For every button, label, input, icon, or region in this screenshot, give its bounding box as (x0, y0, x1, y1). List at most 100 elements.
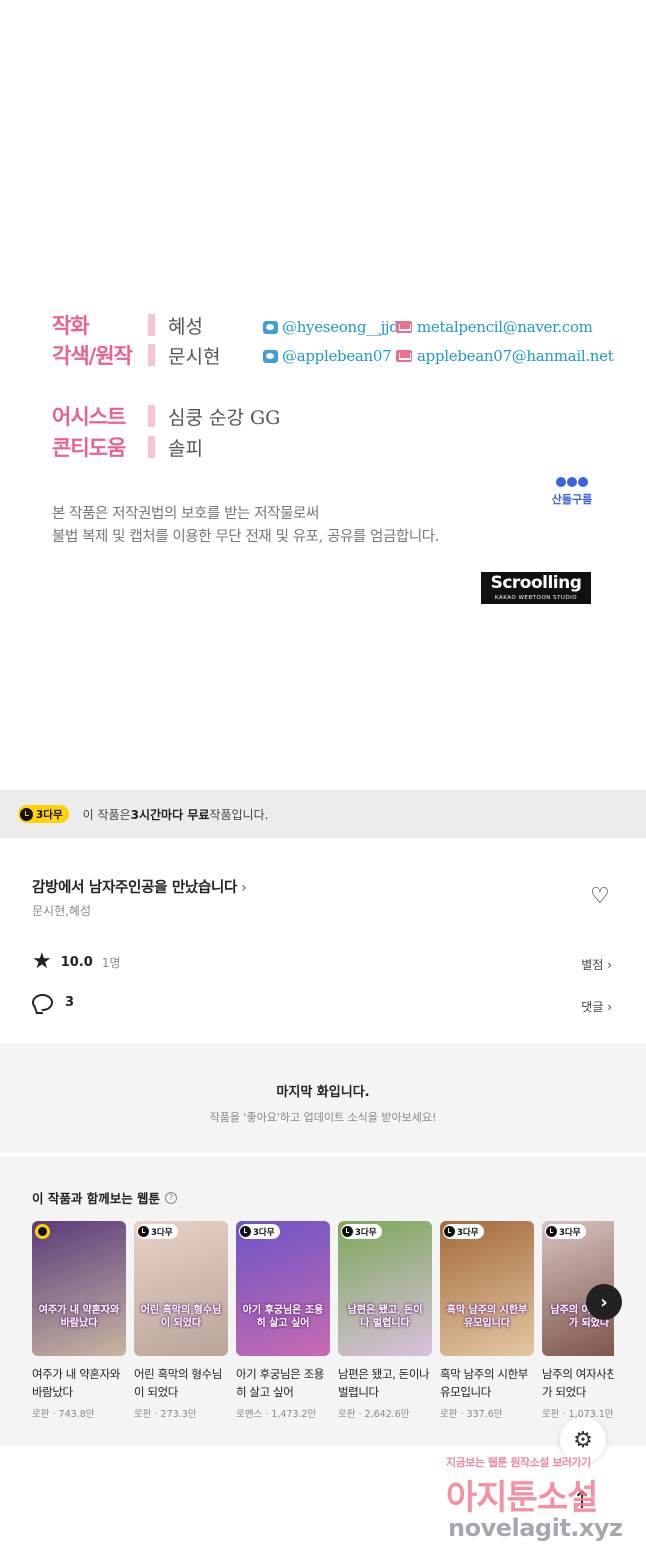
chevron-right-icon: › (241, 880, 247, 896)
credit-divider (148, 436, 155, 458)
credit-role: 작화 (52, 314, 90, 338)
banner-text-bold: 3시간마다 무료 (130, 807, 210, 822)
card-title: 흑막 남주의 시한부 유모입니다 (440, 1367, 528, 1399)
copyright-notice: 본 작품은 저작권법의 보호를 받는 저작물로써 불법 복제 및 캡처를 이용한… (52, 503, 439, 549)
settings-gear-button[interactable]: ⚙ (560, 1417, 606, 1463)
card-meta: 로판 · 273.3만 (134, 1409, 197, 1420)
help-icon[interactable]: ? (165, 1191, 178, 1204)
clock-icon (444, 1226, 455, 1237)
card-meta: 로판 · 2,642.6만 (338, 1409, 410, 1420)
series-title: 감방에서 남자주인공을 만났습니다 (32, 880, 238, 896)
comment-bubble-icon (32, 994, 53, 1011)
banner-text: 작품입니다. (209, 807, 269, 822)
cover-thumbnail: 여주가 내 약혼자와 바람났다 (32, 1221, 126, 1356)
card-title: 어린 흑막의 형수님이 되었다 (134, 1367, 222, 1399)
recommendation-card[interactable]: 3다무 아기 후궁님은 조용히 살고 싶어 아기 후궁님은 조용히 살고 싶어 로맨스… (236, 1221, 330, 1420)
mail-icon (396, 321, 412, 333)
credit-row-assist: 어시스트 심쿵 순강 GG (52, 401, 280, 431)
comment-link[interactable]: 댓글 › (581, 998, 612, 1015)
notice-line: 본 작품은 저작권법의 보호를 받는 저작물로써 (52, 506, 319, 522)
cover-thumbnail: 3다무어린 흑막의 형수님이 되었다 (134, 1221, 228, 1356)
scrolling-studio-logo: Scroolling KAKAO WEBTOON STUDIO (481, 572, 591, 604)
sandoll-cloud-logo: 산돌구름 (547, 477, 597, 507)
mail-address: metalpencil@naver.com (417, 318, 593, 336)
badge-label: 3다무 (457, 1227, 479, 1238)
3damu-badge: 3다무 (137, 1224, 178, 1239)
scroll-to-top-button[interactable]: ↑ (562, 1480, 602, 1520)
last-episode-notice: 마지막 화입니다. 작품을 '좋아요'하고 업데이트 소식을 받아보세요! (0, 1043, 646, 1153)
mail-address: applebean07@hanmail.net (417, 347, 614, 365)
card-meta: 로판 · 337.6만 (440, 1409, 503, 1420)
cover-title-art: 여주가 내 약혼자와 바람났다 (38, 1305, 120, 1329)
notice-line: 불법 복제 및 캡처를 이용한 무단 전재 및 유포, 공유를 엄금합니다. (52, 529, 439, 545)
logo-subtitle: KAKAO WEBTOON STUDIO (494, 595, 578, 601)
recommendation-card[interactable]: 3다무남주의 여자사친구가 되었다남주의 여자사친구가 되었다로판 · 1,07… (542, 1221, 614, 1420)
credit-row-story: 각색/원작 문시현 (52, 340, 220, 370)
3damu-badge: 3다무 (443, 1224, 484, 1239)
credit-divider (148, 344, 155, 366)
social-twitter-2: @applebean07 (263, 347, 392, 365)
last-episode-title: 마지막 화입니다. (276, 1085, 370, 1100)
credit-divider (148, 314, 155, 336)
series-title-link[interactable]: 감방에서 남자주인공을 만났습니다 › (32, 876, 247, 897)
badge-label: 3다무 (355, 1227, 377, 1238)
3damu-badge: 3다무 (341, 1224, 382, 1239)
star-icon: ★ (32, 949, 52, 974)
card-meta: 로맨스 · 1,473.2만 (236, 1409, 317, 1420)
clock-icon (138, 1226, 149, 1237)
free-every-3-hours-banner: 3다무 이 작품은 3시간마다 무료 작품입니다. (0, 790, 646, 838)
like-heart-icon[interactable]: ♡ (590, 886, 610, 908)
clock-icon (20, 807, 33, 821)
card-title: 남편은 됐고, 돈이나 벌렵니다 (338, 1367, 430, 1399)
badge-label: 3다무 (253, 1227, 275, 1238)
recommended-webtoons: 이 작품과 함께보는 웹툰 ? 여주가 내 약혼자와 바람났다여주가 내 약혼자… (0, 1156, 646, 1446)
comment-row: 3 (32, 994, 74, 1011)
social-mail-2: applebean07@hanmail.net (396, 347, 614, 365)
badge-label: 3다무 (151, 1227, 173, 1238)
rating-value: 10.0 (60, 954, 93, 970)
series-info: 감방에서 남자주인공을 만났습니다 › 문시현,혜성 ♡ ★ 10.0 1명 별점… (0, 838, 646, 1041)
cover-title-art: 흑막 남주의 시한부 유모입니다 (446, 1305, 528, 1329)
cover-title-art: 남편은 됐고, 돈이나 벌렵니다 (347, 1305, 423, 1329)
card-title: 여주가 내 약혼자와 바람났다 (32, 1367, 120, 1399)
studio-label: 산돌구름 (551, 493, 593, 506)
recommendations-title: 이 작품과 함께보는 웹툰 ? (32, 1188, 178, 1207)
credit-row-conti: 콘티도움 솔피 (52, 432, 203, 462)
social-twitter-1: @hyeseong__jjd (263, 318, 399, 336)
badge-label: 3다무 (36, 808, 63, 821)
credit-row-art: 작화 혜성 (52, 310, 203, 340)
credit-name: 혜성 (168, 315, 203, 338)
recommendation-card[interactable]: 3다무 흑막 남주의 시한부 유모입니다 흑막 남주의 시한부 유모입니다 로판 · … (440, 1221, 534, 1420)
rating-link[interactable]: 별점 › (581, 956, 612, 973)
cover-title-art: 아기 후궁님은 조용히 살고 싶어 (242, 1305, 324, 1329)
clock-icon (35, 1224, 50, 1239)
recommendation-card[interactable]: 3다무 어린 흑막의 형수님이 되었다 어린 흑막의 형수님이 되었다 로판 · 27… (134, 1221, 228, 1420)
recommendations-heading: 이 작품과 함께보는 웹툰 (32, 1191, 161, 1206)
cover-title-art: 어린 흑막의 형수님이 되었다 (140, 1305, 222, 1329)
clock-icon (240, 1226, 251, 1237)
badge-label: 3다무 (559, 1227, 581, 1238)
social-mail-1: metalpencil@naver.com (396, 318, 593, 336)
rating-count: 1명 (101, 955, 121, 970)
recommendation-card[interactable]: 3다무 남편은 됐고, 돈이나 벌렵니다 남편은 됐고, 돈이나 벌렵니다 로판 · … (338, 1221, 432, 1420)
site-watermark: 지금보는 웹툰 원작소설 보러가기 아지툰소설 novelagit.xyz (440, 1452, 640, 1562)
recommendation-card[interactable]: 여주가 내 약혼자와 바람났다 여주가 내 약혼자와 바람났다 로판 · 743.8… (32, 1221, 126, 1420)
3damu-badge: 3다무 (18, 805, 69, 823)
3damu-badge: 3다무 (239, 1224, 280, 1239)
twitter-handle: @applebean07 (282, 347, 392, 365)
twitter-handle: @hyeseong__jjd (282, 318, 399, 336)
cover-thumbnail: 3다무남편은 됐고, 돈이나 벌렵니다 (338, 1221, 432, 1356)
banner-text: 이 작품은 (82, 807, 131, 822)
episode-credits-image: 작화 혜성 각색/원작 문시현 @hyeseong__jjd metalpenc… (0, 0, 646, 790)
credit-role: 각색/원작 (52, 344, 133, 368)
mail-icon (396, 350, 412, 362)
carousel-next-button[interactable]: › (586, 1284, 622, 1320)
twitter-icon (263, 320, 278, 334)
logo-wordmark: Scroolling (490, 573, 582, 593)
last-episode-subtitle: 작품을 '좋아요'하고 업데이트 소식을 받아보세요! (209, 1111, 437, 1124)
credit-divider (148, 405, 155, 427)
comment-count: 3 (65, 995, 75, 1010)
clock-icon (342, 1226, 353, 1237)
credit-role: 어시스트 (52, 405, 126, 429)
rating-row: ★ 10.0 1명 (32, 949, 121, 974)
